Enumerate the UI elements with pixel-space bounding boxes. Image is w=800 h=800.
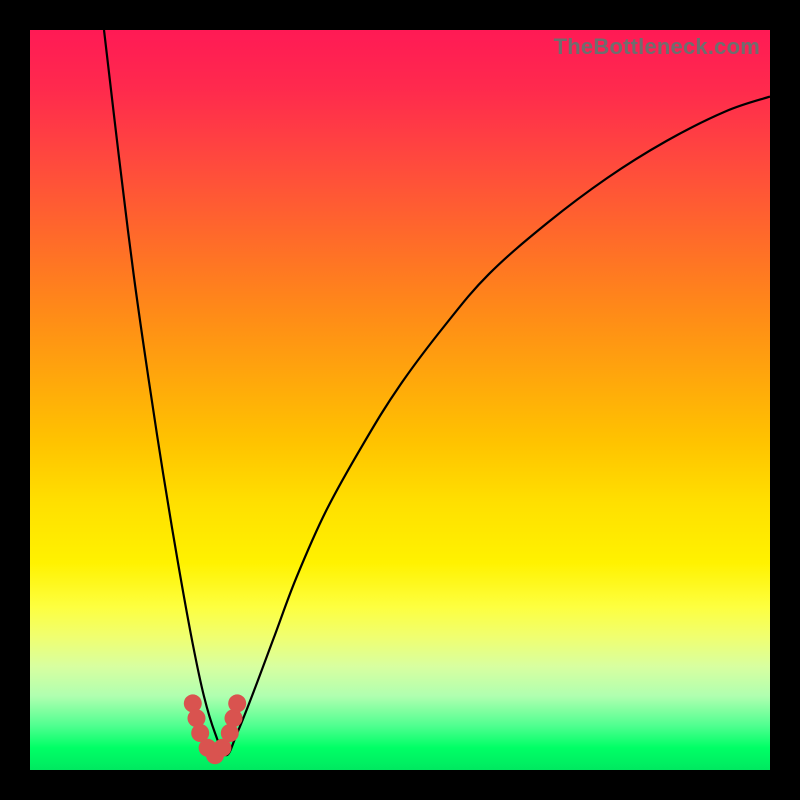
curve-markers [184,694,246,764]
curve-marker [228,694,246,712]
bottleneck-curve [104,30,770,755]
plot-area: TheBottleneck.com [30,30,770,770]
curve-layer [30,30,770,770]
